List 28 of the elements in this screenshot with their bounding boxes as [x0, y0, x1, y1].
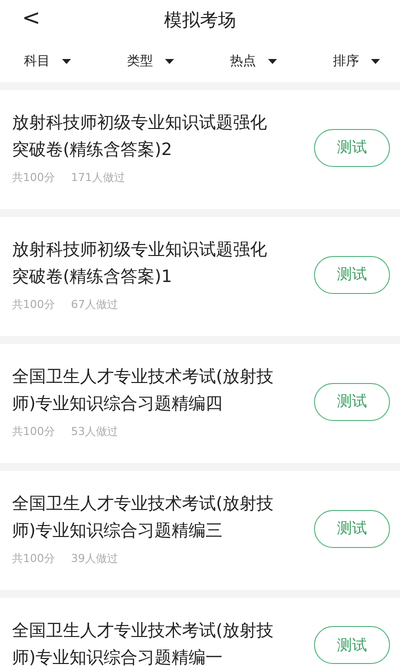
- exam-card[interactable]: 放射科技师初级专业知识试题强化突破卷(精练含答案)1 共100分 67人做过 测试: [0, 217, 400, 336]
- exam-card[interactable]: 全国卫生人才专业技术考试(放射技师)专业知识综合习题精编三 共100分 39人做过 测试: [0, 471, 400, 590]
- taken-count: 53人做过: [71, 424, 118, 439]
- exam-title: 放射科技师初级专业知识试题强化突破卷(精练含答案)1: [12, 239, 268, 289]
- exam-title: 全国卫生人才专业技术考试(放射技师)专业知识综合习题精编一: [12, 620, 275, 666]
- exam-card[interactable]: 全国卫生人才专业技术考试(放射技师)专业知识综合习题精编四 共100分 53人做过 测试: [0, 344, 400, 463]
- exam-card[interactable]: 放射科技师初级专业知识试题强化突破卷(精练含答案)2 共100分 171人做过 测试: [0, 90, 400, 209]
- total-score: 共100分: [12, 551, 55, 566]
- filter-dropdown[interactable]: 科目: [24, 52, 71, 70]
- filter-dropdown[interactable]: 排序: [333, 52, 380, 70]
- total-score: 共100分: [12, 170, 55, 185]
- dropdown-caret-icon: [268, 58, 277, 64]
- taken-count: 171人做过: [71, 170, 125, 185]
- back-button[interactable]: <: [22, 6, 40, 32]
- total-score: 共100分: [12, 297, 55, 312]
- exam-title: 全国卫生人才专业技术考试(放射技师)专业知识综合习题精编四: [12, 366, 275, 416]
- taken-count: 67人做过: [71, 297, 118, 312]
- dropdown-caret-icon: [62, 58, 71, 64]
- total-score: 共100分: [12, 424, 55, 439]
- page-title: 模拟考场: [164, 9, 236, 32]
- exam-title: 放射科技师初级专业知识试题强化突破卷(精练含答案)2: [12, 112, 268, 162]
- filter-dropdown[interactable]: 类型: [127, 52, 174, 70]
- taken-count: 39人做过: [71, 551, 118, 566]
- exam-card[interactable]: 全国卫生人才专业技术考试(放射技师)专业知识综合习题精编一 测试: [0, 598, 400, 666]
- exam-title: 全国卫生人才专业技术考试(放射技师)专业知识综合习题精编三: [12, 493, 275, 543]
- dropdown-caret-icon: [165, 58, 174, 64]
- dropdown-caret-icon: [371, 58, 380, 64]
- filter-dropdown[interactable]: 热点: [230, 52, 277, 70]
